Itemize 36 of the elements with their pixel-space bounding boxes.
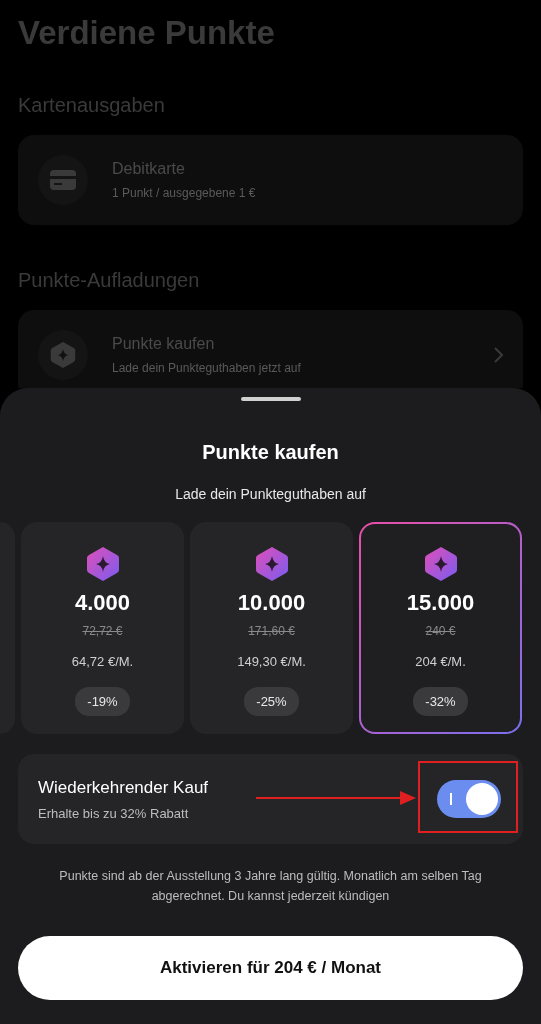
item-title: Debitkarte bbox=[112, 160, 186, 178]
offer-card[interactable]: 15.000 240 € 204 €/M. -32% bbox=[359, 522, 522, 734]
hexagon-star-icon bbox=[423, 546, 458, 582]
old-price: 72,72 € bbox=[82, 624, 123, 638]
section-heading: Kartenausgaben bbox=[18, 94, 166, 117]
discount-badge: -19% bbox=[75, 687, 130, 716]
info-text: Punkte sind ab der Ausstellung 3 Jahre lang gültig. Monatlich am selben Tag abgerechnet. Du kannst jederzeit kündigen bbox=[58, 868, 483, 905]
old-price: 240 € bbox=[425, 624, 456, 638]
offer-card[interactable]: 4.000 72,72 € 64,72 €/M. -19% bbox=[21, 522, 184, 734]
activate-button[interactable]: Aktivieren für 204 € / Monat bbox=[18, 936, 523, 1000]
recurring-title: Wiederkehrender Kauf bbox=[38, 777, 210, 798]
hexagon-star-icon bbox=[50, 341, 76, 369]
recurring-subtitle: Erhalte bis zu 32% Rabatt bbox=[38, 805, 190, 821]
item-subtitle: Lade dein Punkteguthaben jetzt auf bbox=[112, 361, 302, 375]
points-amount: 10.000 bbox=[237, 590, 306, 616]
item-subtitle: 1 Punkt / ausgegebene 1 € bbox=[112, 186, 257, 200]
offer-card[interactable]: 10.000 171,60 € 149,30 €/M. -25% bbox=[190, 522, 353, 734]
discount-badge: -25% bbox=[244, 687, 299, 716]
points-amount: 15.000 bbox=[406, 590, 475, 616]
hexagon-star-icon bbox=[254, 546, 289, 582]
chevron-right-icon bbox=[494, 347, 503, 363]
section-heading: Punkte-Aufladungen bbox=[18, 269, 201, 292]
discount-badge: -32% bbox=[413, 687, 468, 716]
points-amount: 4.000 bbox=[74, 590, 131, 616]
old-price: 171,60 € bbox=[248, 624, 295, 638]
page-title: Verdiene Punkte bbox=[18, 14, 276, 52]
toggle-switch[interactable] bbox=[437, 780, 501, 818]
monthly-price: 204 €/M. bbox=[415, 654, 466, 669]
sheet-subtitle: Lade dein Punkteguthaben auf bbox=[175, 486, 366, 502]
credit-card-icon bbox=[50, 170, 76, 190]
monthly-price: 64,72 €/M. bbox=[71, 654, 134, 669]
item-title: Punkte kaufen bbox=[112, 335, 216, 353]
hexagon-star-icon bbox=[85, 546, 120, 582]
monthly-price: 149,30 €/M. bbox=[237, 654, 306, 669]
sheet-title: Punkte kaufen bbox=[202, 441, 339, 464]
drag-handle[interactable] bbox=[240, 397, 301, 401]
